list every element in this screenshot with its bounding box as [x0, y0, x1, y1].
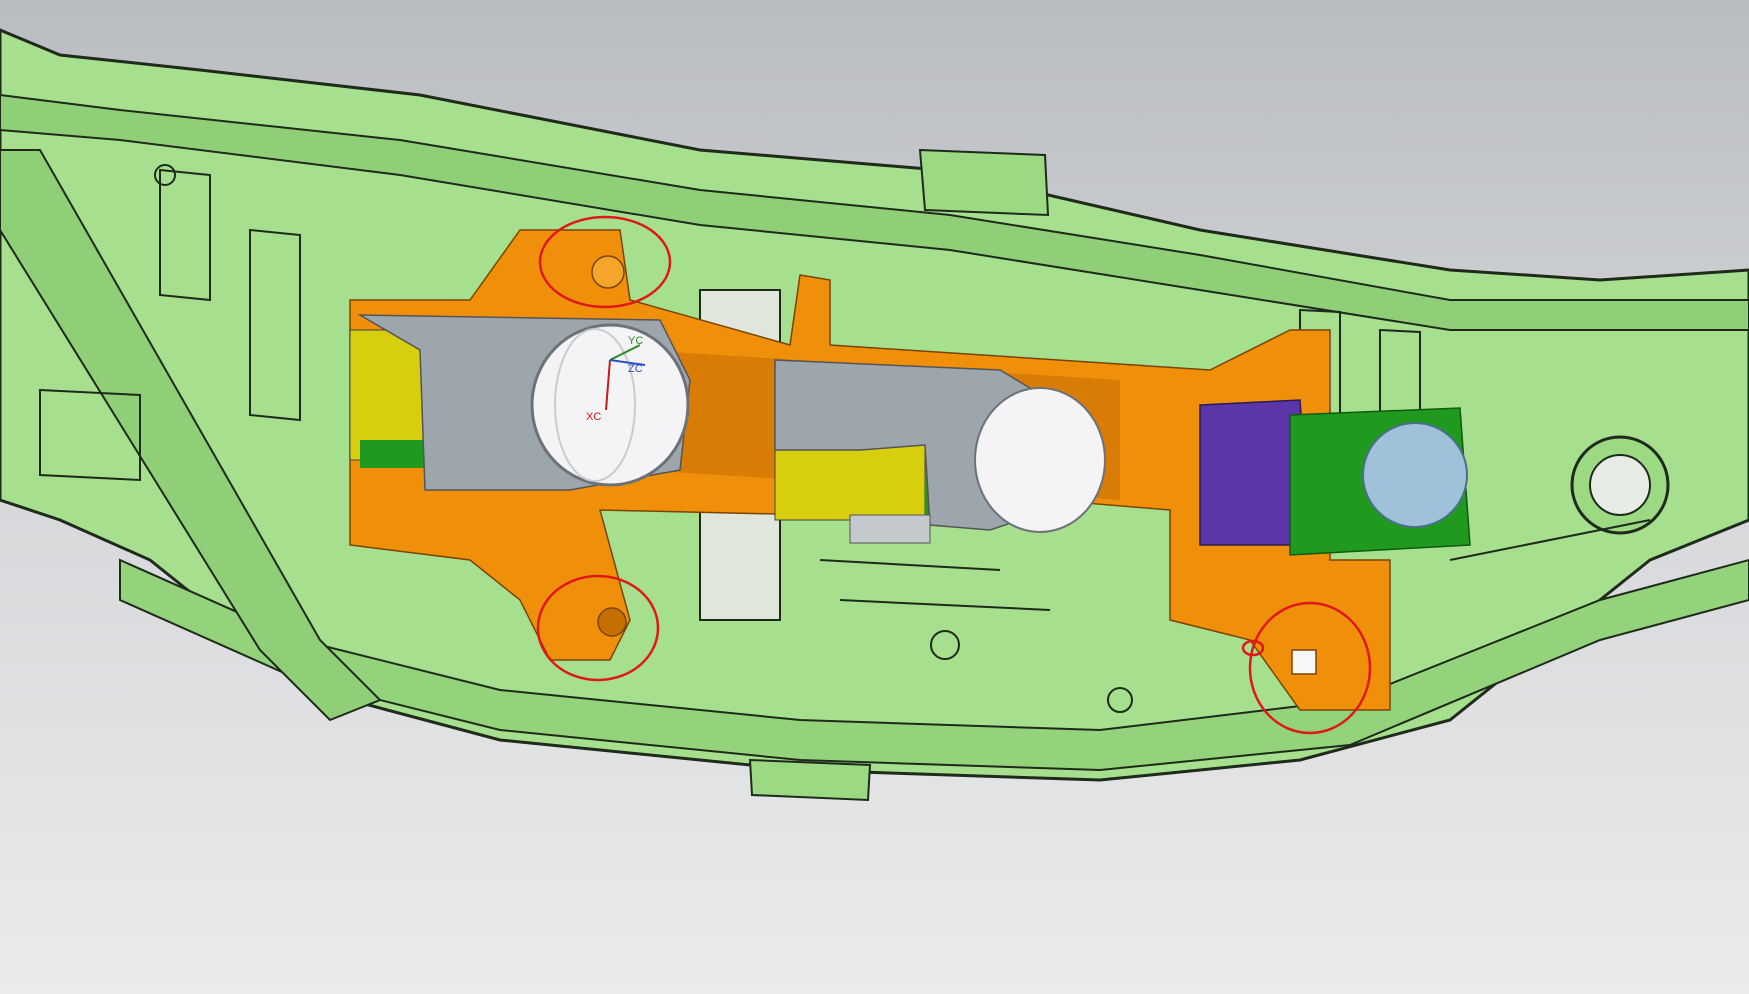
bracket-square-slot — [1291, 649, 1317, 675]
graphics-viewport[interactable]: XC YC ZC — [0, 0, 1749, 994]
housing-round-port-hole — [1589, 454, 1651, 516]
housing-bottom-tab — [748, 758, 872, 802]
bracket-pin-top — [591, 255, 625, 289]
right-module-lens — [1362, 422, 1468, 528]
csys-x-label: XC — [586, 411, 601, 423]
lamp-module-right[interactable] — [1199, 399, 1471, 556]
housing-top-tab — [918, 148, 1050, 217]
center-module-lens — [974, 387, 1106, 533]
csys-z-label: ZC — [628, 363, 643, 375]
csys-y-label: YC — [628, 335, 643, 347]
center-module-connector — [849, 514, 931, 544]
bracket-pin-bottom — [597, 607, 627, 637]
cad-model-scene[interactable]: XC YC ZC — [0, 0, 1749, 994]
